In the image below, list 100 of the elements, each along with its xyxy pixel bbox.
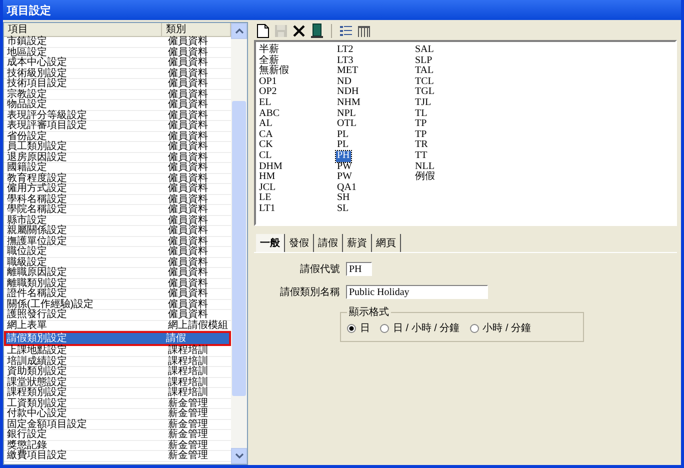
code-item[interactable]: PW: [336, 172, 353, 183]
code-item[interactable]: ND: [336, 76, 352, 88]
list-row[interactable]: 課程類別設定 課程培訓: [4, 388, 231, 398]
list-row[interactable]: 地區設定 僱員資料: [4, 48, 231, 58]
list-row[interactable]: 物品設定 僱員資料: [4, 100, 231, 110]
code-item[interactable]: 半薪: [258, 45, 280, 56]
code-item[interactable]: TT: [414, 150, 428, 162]
code-item[interactable]: CK: [258, 140, 274, 151]
code-item[interactable]: AL: [258, 119, 274, 130]
code-item[interactable]: SH: [336, 193, 351, 204]
scrollbar[interactable]: [231, 23, 247, 464]
code-item[interactable]: PL: [336, 130, 350, 140]
list-row[interactable]: 職級設定 僱員資料: [4, 258, 231, 268]
new-document-icon[interactable]: [256, 23, 270, 39]
code-item[interactable]: LE: [258, 193, 272, 204]
code-item[interactable]: LT3: [336, 56, 354, 66]
list-row[interactable]: 表現評審項目設定 僱員資料: [4, 121, 231, 132]
radio-button[interactable]: [470, 324, 479, 332]
code-item[interactable]: TJL: [414, 98, 432, 109]
code-item[interactable]: PL: [336, 140, 350, 151]
list-row[interactable]: 證件名稱設定 僱員資料: [4, 289, 231, 300]
code-item[interactable]: MET: [336, 66, 360, 77]
code-item[interactable]: OTL: [336, 119, 358, 130]
tab[interactable]: 一般: [256, 234, 285, 252]
list-row[interactable]: 退房原因設定 僱員資料: [4, 152, 231, 163]
details-view-icon[interactable]: [357, 23, 371, 39]
list-row[interactable]: 獎懲記錄 薪金管理: [4, 440, 231, 451]
code-item[interactable]: JCL: [258, 182, 277, 194]
code-item[interactable]: SAL: [414, 45, 435, 56]
list-row[interactable]: 員工類別設定 僱員資料: [4, 142, 231, 152]
column-header[interactable]: 項目: [4, 23, 162, 36]
code-item[interactable]: CL: [258, 150, 273, 162]
list-row[interactable]: 親屬關係設定 僱員資料: [4, 226, 231, 236]
delete-icon[interactable]: [292, 23, 306, 39]
radio-option[interactable]: 小時 / 分鐘: [470, 321, 532, 335]
code-item[interactable]: PH: [336, 150, 351, 162]
code-item[interactable]: TP: [414, 130, 428, 140]
list-row[interactable]: 培訓成績設定 課程培訓: [4, 356, 231, 367]
list-row[interactable]: 學科名稱設定 僱員資料: [4, 194, 231, 205]
code-item[interactable]: TL: [414, 108, 428, 120]
code-item[interactable]: NHM: [336, 98, 362, 109]
list-row[interactable]: 固定金額項目設定 薪金管理: [4, 420, 231, 430]
radio-option[interactable]: 日: [347, 321, 370, 335]
code-item[interactable]: LT2: [336, 45, 354, 56]
list-row[interactable]: 繳費項目設定 薪金管理: [4, 451, 231, 462]
list-row[interactable]: 課堂狀態設定 課程培訓: [4, 378, 231, 388]
list-row[interactable]: 僱用方式設定 僱員資料: [4, 184, 231, 194]
list-row[interactable]: 技術項目設定 僱員資料: [4, 79, 231, 90]
list-row[interactable]: 教育程度設定 僱員資料: [4, 174, 231, 184]
list-row[interactable]: 學院名稱設定 僱員資料: [4, 205, 231, 216]
list-row[interactable]: 資助類別設定 課程培訓: [4, 367, 231, 378]
list-row[interactable]: 技術級別設定 僱員資料: [4, 68, 231, 79]
list-row[interactable]: 銀行設定 薪金管理: [4, 430, 231, 440]
code-item[interactable]: CA: [258, 130, 274, 140]
list-row[interactable]: 護照發行設定 僱員資料: [4, 310, 231, 320]
code-item[interactable]: TAL: [414, 66, 435, 77]
radio-option[interactable]: 日 / 小時 / 分鐘: [380, 321, 460, 335]
list-row[interactable]: 表現評分等級設定 僱員資料: [4, 110, 231, 121]
code-item[interactable]: 無薪假: [258, 66, 290, 77]
code-item[interactable]: SL: [336, 204, 350, 214]
list-row[interactable]: 市鎮設定 僱員資料: [4, 37, 231, 48]
radio-button[interactable]: [347, 324, 356, 332]
code-item[interactable]: OP1: [258, 76, 278, 88]
list-row[interactable]: 宗教設定 僱員資料: [4, 90, 231, 100]
code-item[interactable]: HM: [258, 172, 276, 183]
code-item[interactable]: TGL: [414, 87, 436, 98]
code-item[interactable]: QA1: [336, 182, 358, 194]
list-row[interactable]: 工資類別設定 薪金管理: [4, 398, 231, 409]
list-row[interactable]: 離職原因設定 僱員資料: [4, 268, 231, 278]
list-row[interactable]: 國籍設定 僱員資料: [4, 163, 231, 174]
list-row[interactable]: 撫護單位設定 僱員資料: [4, 236, 231, 247]
code-item[interactable]: NPL: [336, 108, 357, 120]
radio-button[interactable]: [380, 324, 389, 332]
code-item[interactable]: 例假: [414, 172, 436, 183]
code-item[interactable]: LT1: [258, 204, 276, 214]
list-row[interactable]: 關係(工作經驗)設定 僱員資料: [4, 300, 231, 310]
code-item[interactable]: OP2: [258, 87, 278, 98]
code-item[interactable]: TCL: [414, 76, 435, 88]
name-field[interactable]: Public Holiday: [346, 285, 488, 299]
scroll-up-icon[interactable]: [231, 23, 247, 39]
list-row[interactable]: 請假類別設定 請假: [4, 331, 231, 346]
list-row[interactable]: 上課地點設定 課程培訓: [4, 346, 231, 356]
list-view-icon[interactable]: [339, 23, 353, 39]
code-field[interactable]: PH: [346, 262, 372, 276]
scroll-thumb[interactable]: [232, 101, 246, 396]
code-item[interactable]: DHM: [258, 162, 284, 172]
code-item[interactable]: TP: [414, 119, 428, 130]
list-row[interactable]: 成本中心設定 僱員資料: [4, 58, 231, 68]
code-item[interactable]: TR: [414, 140, 429, 151]
code-item[interactable]: SLP: [414, 56, 434, 66]
door-icon[interactable]: [310, 23, 324, 39]
scroll-down-icon[interactable]: [231, 448, 247, 464]
code-item[interactable]: NDH: [336, 87, 360, 98]
code-item[interactable]: NLL: [414, 162, 436, 172]
list-row[interactable]: 付款中心設定 薪金管理: [4, 409, 231, 420]
list-row[interactable]: 省份設定 僱員資料: [4, 132, 231, 142]
list-row[interactable]: 職位設定 僱員資料: [4, 247, 231, 258]
list-row[interactable]: 縣市設定 僱員資料: [4, 216, 231, 226]
code-item[interactable]: ABC: [258, 108, 281, 120]
list-row[interactable]: 離職類別設定 僱員資料: [4, 278, 231, 289]
